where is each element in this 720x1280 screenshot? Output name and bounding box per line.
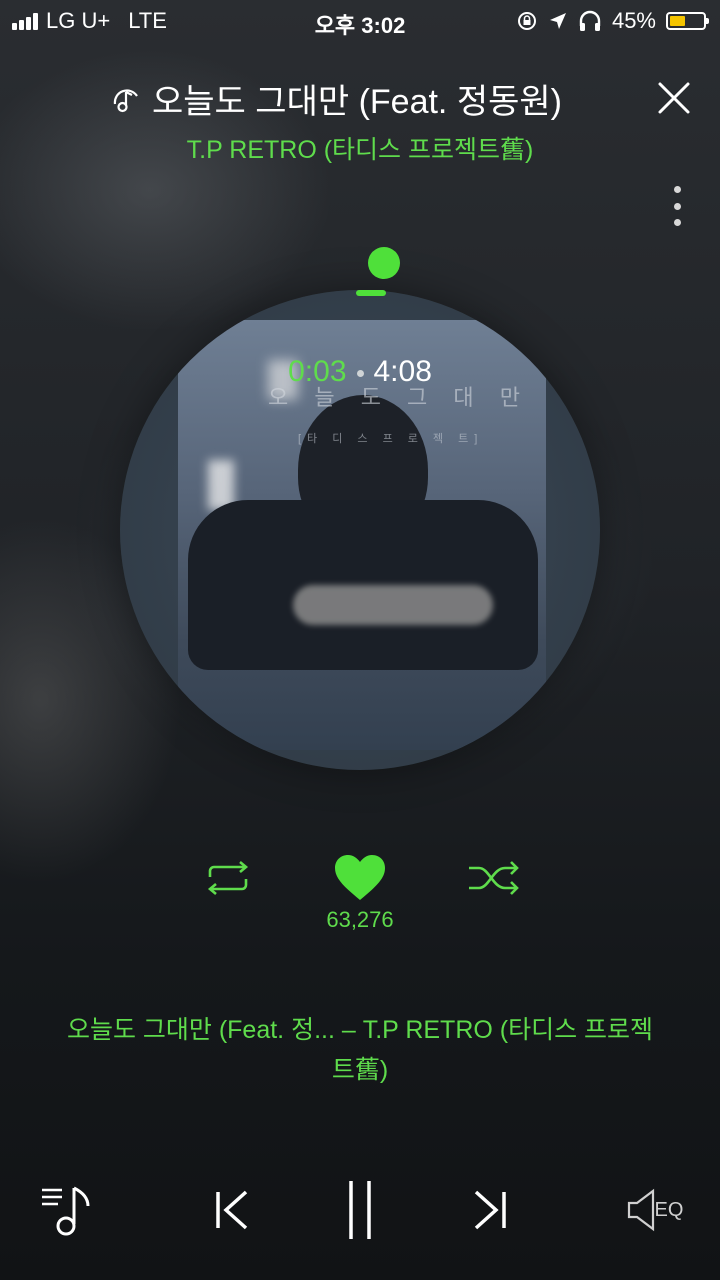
time-display: 0:03 4:08	[0, 355, 720, 389]
shuffle-icon	[469, 861, 519, 895]
battery-icon	[666, 12, 709, 30]
location-icon	[549, 13, 566, 29]
like-button[interactable]	[332, 852, 388, 904]
elapsed-time: 0:03	[288, 355, 347, 388]
progress-knob[interactable]	[368, 247, 400, 279]
artist-name[interactable]: T.P RETRO (타디스 프로젝트舊)	[0, 130, 720, 166]
total-time: 4:08	[373, 355, 432, 388]
playlist-button[interactable]	[36, 1180, 100, 1240]
more-dot-icon	[673, 186, 681, 193]
rotation-lock-icon	[517, 12, 536, 30]
album-art-subtitle: [타 디 스 프 로 젝 트]	[298, 433, 484, 445]
progress-indicator	[356, 290, 386, 296]
repeat-button[interactable]	[200, 856, 256, 900]
equalizer-button[interactable]: EQ	[620, 1180, 690, 1240]
repeat-icon	[207, 861, 249, 895]
close-icon	[658, 82, 690, 114]
now-playing-text: 오늘도 그대만 (Feat. 정... – T.P RETRO (타디스 프로젝…	[40, 1010, 680, 1090]
time-separator	[356, 369, 364, 377]
previous-track-button[interactable]	[204, 1180, 260, 1240]
speaker-icon	[627, 1188, 654, 1232]
more-dot-icon	[673, 202, 681, 210]
next-icon	[474, 1190, 506, 1230]
playlist-icon	[42, 1186, 90, 1236]
shuffle-button[interactable]	[466, 856, 522, 900]
now-playing-line: 트舊)	[331, 1056, 389, 1084]
music-note-icon	[113, 88, 138, 112]
pause-button[interactable]	[330, 1180, 390, 1240]
status-bar: LG U+ LTE 오후 3:02 45%	[0, 0, 720, 40]
battery-percent: 45%	[611, 8, 656, 33]
now-playing-line: 오늘도 그대만 (Feat. 정... – T.P RETRO (타디스 프로젝	[66, 1016, 654, 1044]
heart-icon	[335, 855, 385, 900]
more-dot-icon	[673, 219, 681, 226]
song-title: 오늘도 그대만 (Feat. 정동원)	[152, 83, 562, 121]
like-count: 63,276	[326, 907, 394, 932]
next-track-button[interactable]	[462, 1180, 518, 1240]
headphones-icon	[579, 10, 601, 31]
eq-label: EQ	[654, 1198, 684, 1221]
pause-icon	[349, 1181, 371, 1239]
more-options-button[interactable]	[672, 186, 682, 226]
close-button[interactable]	[654, 78, 694, 118]
previous-icon	[216, 1190, 248, 1230]
